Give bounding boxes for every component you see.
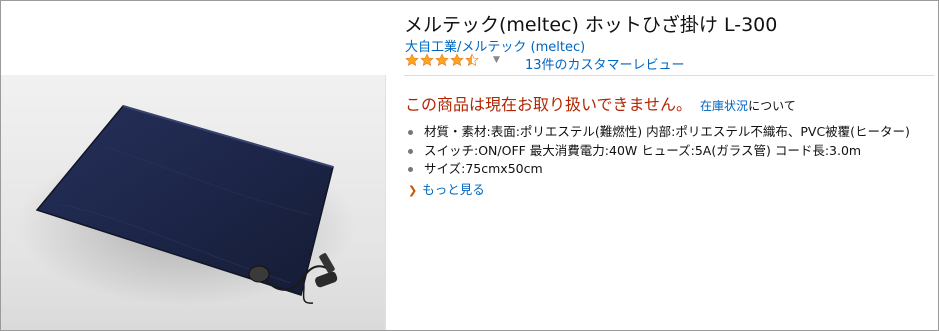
bullet-icon (408, 148, 413, 154)
feature-text: 材質・素材:表面:ポリエステル(難燃性) 内部:ポリエステル不織布、PVC被覆(… (424, 124, 910, 139)
stock-status-link[interactable]: 在庫状況 (700, 99, 748, 113)
product-title: メルテック(meltec) ホットひざ掛け L-300 (404, 14, 778, 36)
show-more-link[interactable]: ❯ もっと見る (408, 179, 485, 198)
star-full-icon (435, 53, 449, 66)
feature-item: スイッチ:ON/OFF 最大消費電力:40W ヒューズ:5A(ガラス管) コード… (407, 142, 910, 161)
feature-item: 材質・素材:表面:ポリエステル(難燃性) 内部:ポリエステル不織布、PVC被覆(… (407, 123, 910, 142)
bullet-icon (408, 130, 413, 135)
feature-text: サイズ:75cmx50cm (424, 161, 543, 176)
product-detail-panel: メルテック(meltec) ホットひざ掛け L-300 大自工業/メルテック (… (0, 0, 939, 331)
feature-text: スイッチ:ON/OFF 最大消費電力:40W ヒューズ:5A(ガラス管) コード… (424, 142, 862, 158)
chevron-right-icon: ❯ (408, 184, 418, 197)
star-rating[interactable] (405, 53, 480, 72)
star-half-icon (465, 53, 479, 66)
star-full-icon (420, 53, 434, 66)
star-full-icon (405, 53, 419, 66)
stock-status-suffix: について (748, 99, 796, 113)
feature-item: サイズ:75cmx50cm (407, 160, 910, 179)
feature-list: 材質・素材:表面:ポリエステル(難燃性) 内部:ポリエステル不織布、PVC被覆(… (407, 123, 910, 179)
availability-notice: この商品は現在お取り扱いできません。 在庫状況について (405, 91, 796, 115)
product-image[interactable] (1, 75, 386, 330)
customer-reviews-link[interactable]: 13件のカスタマーレビュー (525, 54, 685, 73)
section-divider (404, 75, 934, 76)
heated-blanket-photo (16, 105, 356, 305)
unavailable-message: この商品は現在お取り扱いできません。 (405, 95, 693, 114)
show-more-label: もっと見る (422, 182, 485, 197)
star-full-icon (450, 53, 464, 66)
dropdown-caret-icon[interactable]: ▼ (493, 55, 500, 65)
bullet-icon (408, 167, 413, 172)
